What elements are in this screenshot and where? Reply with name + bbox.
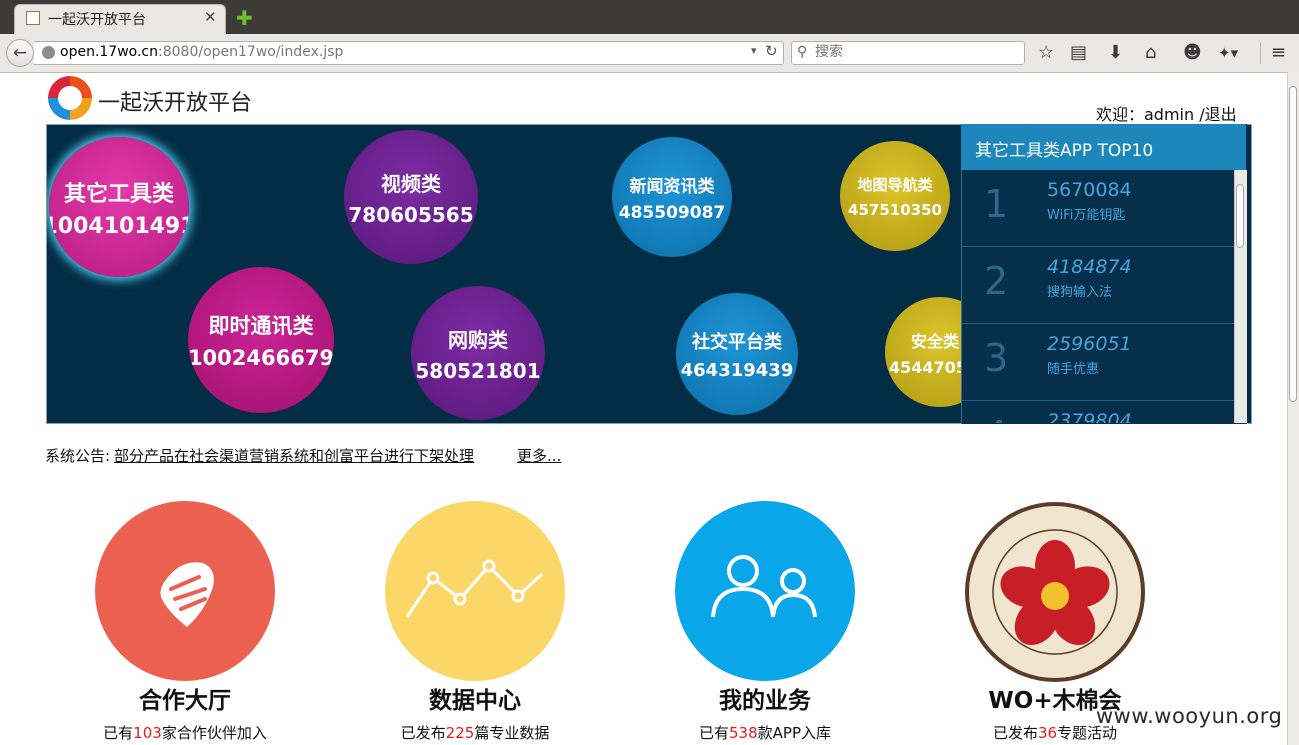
toolbar-separator [1260, 42, 1261, 64]
rank-app-name: 随手优惠 [1047, 362, 1100, 377]
feature-title[interactable]: 我的业务 [635, 681, 895, 715]
category-value: 1004101491 [49, 213, 189, 239]
feature-prefix: 已发布 [400, 724, 446, 742]
globe-icon [42, 46, 55, 59]
chat-icon[interactable]: ☻ [1183, 42, 1202, 63]
rank-number: 3 [984, 336, 1009, 380]
category-bubble[interactable]: 视频类 780605565 [344, 130, 478, 264]
category-value: 580521801 [415, 358, 541, 383]
welcome-logout-link[interactable]: 欢迎：admin /退出 [1096, 101, 1237, 125]
rank-count: 2596051 [1047, 333, 1132, 355]
back-button[interactable]: ← [6, 39, 34, 67]
rank-number: 2 [984, 259, 1009, 303]
notice-more-link[interactable]: 更多... [517, 445, 561, 466]
rank-count: 4184874 [1047, 256, 1132, 278]
category-name: 其它工具类 [63, 181, 174, 207]
line-chart-icon [405, 559, 544, 618]
feature-count: 103 [133, 724, 162, 742]
category-name: 即时通讯类 [208, 314, 314, 338]
category-name: 网购类 [448, 327, 508, 352]
feature-title[interactable]: 合作大厅 [55, 681, 315, 715]
category-value: 464319439 [680, 359, 794, 381]
url-text[interactable]: open.17wo.cn:8080/open17wo/index.jsp [60, 44, 343, 60]
category-name: 社交平台类 [692, 331, 782, 353]
search-input[interactable] [815, 44, 1015, 60]
feature-suffix: 款APP入库 [757, 724, 831, 742]
favicon-icon [26, 11, 40, 25]
rank-app-name: 搜狗输入法 [1047, 285, 1113, 300]
category-value: 1002466679 [188, 346, 334, 370]
menu-icon[interactable]: ≡ [1271, 42, 1286, 63]
feature-subtitle: 已发布225篇专业数据 [345, 722, 605, 743]
feature-subtitle: 已有103家合作伙伴加入 [55, 722, 315, 743]
search-icon: ⚲ [797, 44, 808, 60]
home-icon[interactable]: ⌂ [1145, 42, 1156, 63]
rank-count: 5670084 [1047, 179, 1132, 201]
close-tab-icon[interactable]: ✕ [204, 8, 217, 26]
category-bubble[interactable]: 其它工具类 1004101491 [49, 137, 189, 277]
category-value: 457510350 [848, 200, 942, 219]
feature-suffix: 家合作伙伴加入 [161, 724, 267, 742]
tab-title: 一起沃开放平台 [48, 12, 146, 28]
feature-prefix: 已有 [698, 724, 729, 742]
top10-row[interactable]: 3 2596051 随手优惠 [962, 324, 1234, 401]
category-bubble[interactable]: 网购类 580521801 [411, 286, 545, 420]
feature-suffix: 篇专业数据 [474, 724, 550, 742]
reload-icon[interactable]: ↻ [765, 42, 778, 60]
feature-title[interactable]: 数据中心 [345, 681, 605, 715]
top10-scrollbar-thumb[interactable] [1236, 184, 1244, 248]
category-bubble[interactable]: 即时通讯类 1002466679 [188, 267, 334, 413]
top10-row[interactable]: 2 4184874 搜狗输入法 [962, 247, 1234, 324]
top10-row[interactable]: 1 5670084 WiFi万能钥匙 [962, 170, 1234, 247]
url-path: :8080/open17wo/index.jsp [158, 44, 344, 60]
url-host: open.17wo.cn [60, 44, 158, 60]
category-name: 安全类 [911, 331, 960, 351]
feature-count: 538 [729, 724, 758, 742]
category-value: 485509087 [618, 202, 726, 223]
notice-label: 系统公告: [45, 447, 111, 465]
category-bubble[interactable]: 地图导航类 457510350 [840, 141, 950, 251]
category-name: 视频类 [381, 171, 441, 196]
notice-link[interactable]: 部分产品在社会渠道营销系统和创富平台进行下架处理 [114, 445, 474, 466]
category-value: 4544705 [889, 357, 967, 377]
kapok-alliance-button[interactable] [965, 502, 1145, 682]
reading-list-icon[interactable]: ▤ [1070, 42, 1087, 63]
top10-row-partial[interactable]: 4 2379804 [962, 401, 1234, 423]
new-tab-icon[interactable]: ✚ [236, 6, 253, 30]
site-title: 一起沃开放平台 [98, 91, 253, 116]
rank-count: 2379804 [1047, 410, 1132, 423]
feature-count: 225 [445, 724, 475, 742]
rank-app-name: WiFi万能钥匙 [1047, 208, 1126, 223]
my-business-button[interactable] [675, 501, 855, 681]
kapok-flower-logo [992, 529, 1118, 655]
download-icon[interactable]: ⬇ [1108, 42, 1123, 63]
feature-prefix: 已发布 [992, 724, 1038, 742]
category-bubble[interactable]: 新闻资讯类 485509087 [612, 137, 732, 257]
category-name: 地图导航类 [857, 175, 933, 194]
rank-number: 1 [984, 182, 1009, 226]
feature-prefix: 已有 [103, 724, 134, 742]
watermark: www.wooyun.org [1096, 704, 1283, 728]
top10-panel-title: 其它工具类APP TOP10 [975, 141, 1154, 161]
category-value: 780605565 [348, 202, 474, 227]
cooperation-hall-button[interactable] [95, 501, 275, 681]
feature-count: 36 [1037, 724, 1058, 742]
rank-number: 4 [984, 413, 1008, 423]
feature-subtitle: 已有538款APP入库 [635, 722, 895, 743]
category-bubble[interactable]: 社交平台类 464319439 [676, 293, 798, 415]
category-name: 新闻资讯类 [629, 176, 715, 197]
users-icon [711, 555, 817, 618]
site-logo-center [58, 86, 82, 110]
extension-icon[interactable]: ✦▾ [1218, 44, 1238, 62]
handshake-icon [160, 562, 214, 627]
data-center-button[interactable] [385, 501, 565, 681]
bookmark-star-icon[interactable]: ☆ [1038, 42, 1054, 63]
url-dropdown-icon[interactable]: ▾ [751, 44, 757, 57]
page-scrollbar-thumb[interactable] [1289, 86, 1297, 402]
